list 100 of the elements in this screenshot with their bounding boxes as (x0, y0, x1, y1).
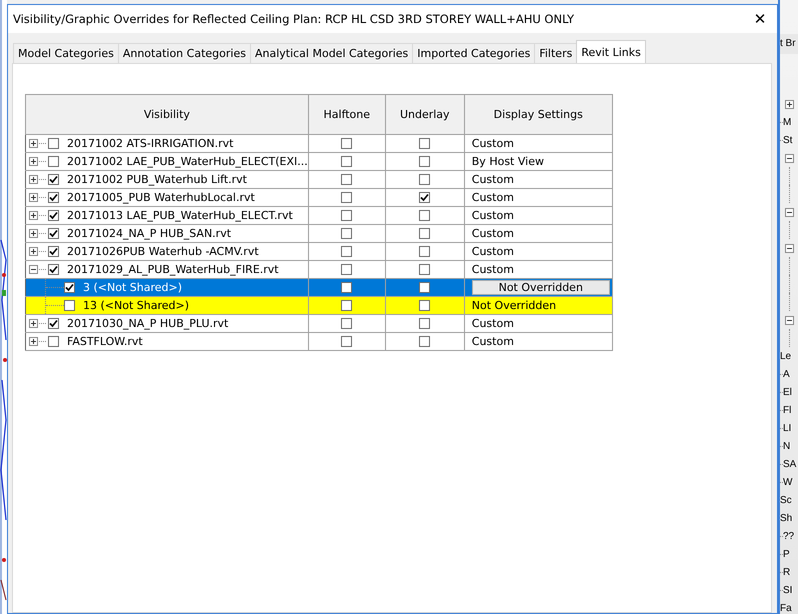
underlay-checkbox[interactable] (419, 282, 430, 294)
halftone-checkbox[interactable] (341, 174, 352, 186)
underlay-checkbox[interactable] (419, 138, 430, 150)
display-setting: Custom (470, 245, 514, 258)
column-header[interactable]: Display Settings (464, 94, 612, 134)
halftone-checkbox[interactable] (341, 336, 352, 348)
display-setting: Custom (470, 191, 514, 204)
display-setting: By Host View (470, 155, 544, 168)
link-name: 13 (<Not Shared>) (83, 299, 190, 312)
halftone-checkbox[interactable] (341, 282, 352, 294)
close-button[interactable]: ✕ (743, 5, 777, 33)
browser-item[interactable]: P (783, 548, 790, 560)
browser-item[interactable]: SI (783, 584, 792, 596)
halftone-checkbox[interactable] (341, 318, 352, 330)
checkbox[interactable] (48, 174, 59, 185)
underlay-checkbox[interactable] (419, 210, 430, 222)
browser-item[interactable]: LI (783, 422, 792, 434)
display-setting: Custom (470, 263, 514, 276)
link-name: 20171013 LAE_PUB_WaterHub_ELECT.rvt (67, 209, 293, 222)
expand-icon[interactable] (785, 100, 794, 108)
display-setting: Custom (470, 173, 514, 186)
checkbox[interactable] (48, 318, 59, 329)
underlay-checkbox[interactable] (419, 300, 430, 312)
browser-item[interactable]: Fa (780, 602, 792, 614)
checkbox[interactable] (64, 300, 75, 311)
browser-item[interactable]: Le (780, 350, 792, 362)
expand-icon[interactable] (29, 229, 38, 238)
checkbox[interactable] (48, 156, 59, 167)
link-name: 20171002 PUB_Waterhub Lift.rvt (67, 173, 247, 186)
column-header[interactable]: Visibility (26, 94, 308, 134)
link-name: 20171026PUB Waterhub -ACMV.rvt (67, 245, 259, 258)
tab[interactable]: Revit Links (576, 40, 646, 63)
browser-item[interactable]: Fl (783, 404, 792, 416)
window-title: Visibility/Graphic Overrides for Reflected Ceiling Plan: RCP HL CSD 3RD STOREY WALL+AHU ONLY (13, 12, 574, 26)
expand-icon[interactable] (29, 247, 38, 256)
collapse-icon[interactable] (785, 208, 794, 216)
link-name: 20171029_AL_PUB_WaterHub_FIRE.rvt (67, 263, 279, 276)
expand-icon[interactable] (29, 319, 38, 328)
collapse-icon[interactable] (785, 154, 794, 162)
underlay-checkbox[interactable] (419, 264, 430, 276)
expand-icon[interactable] (29, 337, 38, 346)
checkbox[interactable] (48, 336, 59, 347)
underlay-checkbox[interactable] (419, 174, 430, 186)
checkbox[interactable] (48, 228, 59, 239)
expand-icon[interactable] (29, 139, 38, 148)
link-name: 20171024_NA_P HUB_SAN.rvt (67, 227, 232, 240)
collapse-icon[interactable] (785, 316, 794, 324)
column-header[interactable]: Halftone (308, 94, 386, 134)
underlay-checkbox[interactable] (419, 246, 430, 258)
display-setting: Custom (470, 209, 514, 222)
checkbox[interactable] (48, 264, 59, 275)
checkbox[interactable] (64, 282, 75, 293)
checkbox[interactable] (48, 210, 59, 221)
browser-item[interactable]: St (783, 134, 792, 146)
underlay-checkbox[interactable] (419, 156, 430, 168)
checkbox[interactable] (48, 246, 59, 257)
halftone-checkbox[interactable] (341, 138, 352, 150)
browser-item[interactable]: R (783, 566, 790, 578)
browser-item[interactable]: Sh (780, 512, 792, 524)
halftone-checkbox[interactable] (341, 264, 352, 276)
browser-item[interactable]: El (783, 386, 792, 398)
underlay-checkbox[interactable] (419, 228, 430, 240)
browser-item[interactable]: A (783, 368, 790, 380)
link-name: 20171030_NA_P HUB_PLU.rvt (67, 317, 228, 330)
display-setting: Custom (470, 317, 514, 330)
expand-icon[interactable] (29, 157, 38, 166)
display-setting: Custom (470, 137, 514, 150)
tab[interactable]: Model Categories (13, 43, 119, 63)
display-setting: Not Overridden (470, 299, 556, 312)
underlay-checkbox[interactable] (419, 192, 430, 204)
browser-item[interactable]: Sc (780, 494, 792, 506)
browser-item[interactable]: N (783, 440, 790, 452)
halftone-checkbox[interactable] (341, 246, 352, 258)
link-name: 20171005_PUB WaterhubLocal.rvt (67, 191, 255, 204)
link-name: FASTFLOW.rvt (67, 335, 143, 348)
expand-icon[interactable] (29, 193, 38, 202)
checkbox[interactable] (48, 192, 59, 203)
underlay-checkbox[interactable] (419, 336, 430, 348)
halftone-checkbox[interactable] (341, 300, 352, 312)
expand-icon[interactable] (29, 175, 38, 184)
link-name: 3 (<Not Shared>) (83, 281, 182, 294)
checkbox[interactable] (48, 138, 59, 149)
expand-icon[interactable] (29, 211, 38, 220)
halftone-checkbox[interactable] (341, 210, 352, 222)
browser-item[interactable]: M (783, 116, 792, 128)
browser-item[interactable]: SA (783, 458, 796, 470)
link-name: 20171002 ATS-IRRIGATION.rvt (67, 137, 234, 150)
collapse-icon[interactable] (29, 265, 38, 274)
browser-item[interactable]: ?? (783, 530, 794, 542)
link-name: 20171002 LAE_PUB_WaterHub_ELECT(EXI... (67, 155, 308, 168)
panel-title: t Br (780, 34, 798, 54)
underlay-checkbox[interactable] (419, 318, 430, 330)
collapse-icon[interactable] (785, 244, 794, 252)
halftone-checkbox[interactable] (341, 228, 352, 240)
display-settings-button[interactable]: Not Overridden (472, 280, 610, 295)
column-header[interactable]: Underlay (385, 94, 464, 134)
browser-item[interactable]: W (783, 476, 792, 488)
halftone-checkbox[interactable] (341, 156, 352, 168)
halftone-checkbox[interactable] (341, 192, 352, 204)
display-setting: Custom (470, 227, 514, 240)
